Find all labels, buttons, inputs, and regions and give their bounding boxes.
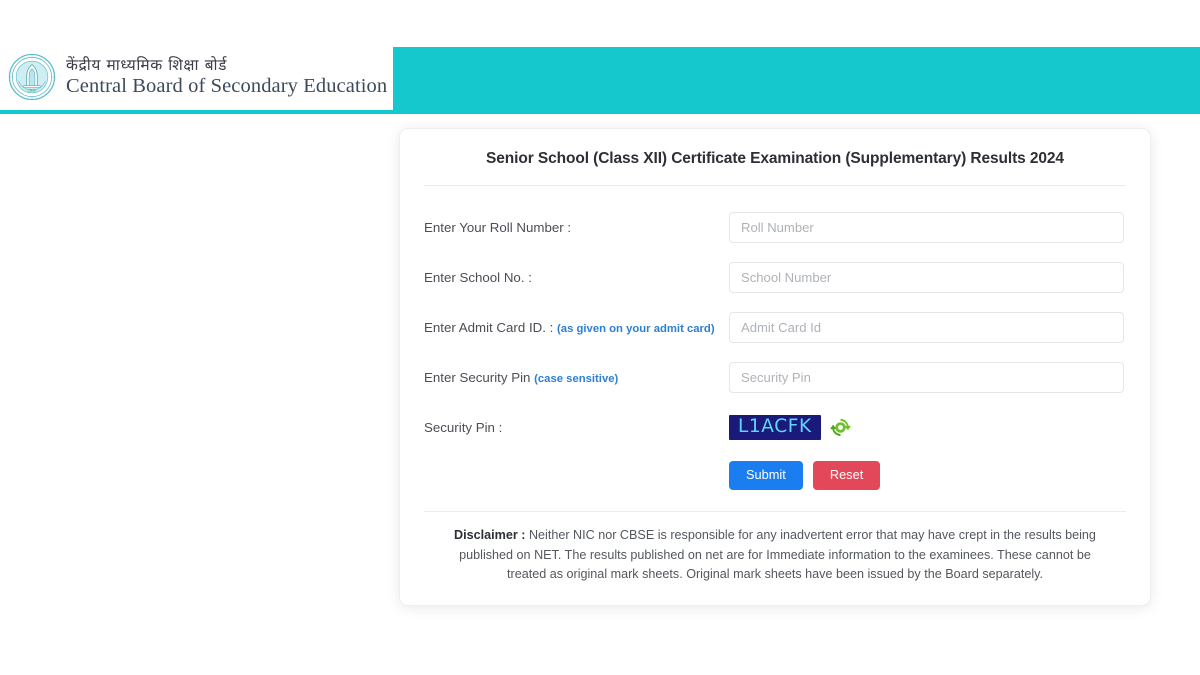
- label-admit-card-id-text: Enter Admit Card ID. :: [424, 319, 554, 335]
- svg-text:CBSE: CBSE: [28, 88, 37, 92]
- disclaimer-text: Neither NIC nor CBSE is responsible for …: [459, 528, 1096, 581]
- label-admit-card-id-hint: (as given on your admit card): [557, 322, 715, 335]
- admit-card-id-input[interactable]: [729, 311, 1124, 343]
- security-pin-input[interactable]: [729, 361, 1124, 393]
- field-actions: Submit Reset: [729, 454, 1124, 501]
- label-captcha: Security Pin :: [424, 419, 503, 435]
- button-row: Submit Reset: [729, 454, 1124, 501]
- form-row-admit-card-id: Enter Admit Card ID. : (as given on your…: [424, 302, 1124, 352]
- field-security-pin: [729, 361, 1124, 393]
- captcha-wrap: L1ACFK: [729, 414, 1124, 440]
- roll-number-input[interactable]: [729, 211, 1124, 243]
- school-number-input[interactable]: [729, 261, 1124, 293]
- disclaimer-heading: Disclaimer :: [454, 528, 526, 542]
- brand[interactable]: CBSE केंद्रीय माध्यमिक शिक्षा बोर्ड Cent…: [0, 44, 394, 110]
- header-accent-bar: [368, 47, 1200, 111]
- label-roll-number-text: Enter Your Roll Number :: [424, 219, 572, 235]
- field-school-number: [729, 261, 1124, 293]
- form-row-school-number: Enter School No. :: [424, 252, 1124, 302]
- form-row-actions: Submit Reset: [424, 452, 1124, 502]
- label-security-pin-text: Enter Security Pin: [424, 369, 531, 385]
- captcha-code: L1ACFK: [729, 414, 821, 440]
- label-school-number-text: Enter School No. :: [424, 269, 532, 285]
- header-accent-underline: [0, 110, 1200, 114]
- label-admit-card-id: Enter Admit Card ID. : (as given on your…: [424, 320, 729, 335]
- brand-name-hindi: केंद्रीय माध्यमिक शिक्षा बोर्ड: [66, 56, 228, 74]
- form-row-roll-number: Enter Your Roll Number :: [424, 202, 1124, 252]
- form-row-captcha: Security Pin : L1ACFK: [424, 402, 1124, 452]
- brand-name-english: Central Board of Secondary Education: [66, 74, 388, 97]
- field-captcha: L1ACFK: [729, 414, 1124, 440]
- submit-button[interactable]: Submit: [729, 460, 803, 491]
- cbse-emblem-icon: CBSE: [8, 53, 56, 101]
- label-school-number: Enter School No. :: [424, 270, 729, 285]
- page-title: Senior School (Class XII) Certificate Ex…: [486, 150, 1064, 167]
- brand-text: केंद्रीय माध्यमिक शिक्षा बोर्ड Central B…: [66, 56, 388, 97]
- label-security-pin: Enter Security Pin (case sensitive): [424, 370, 729, 385]
- label-roll-number: Enter Your Roll Number :: [424, 220, 729, 235]
- reset-button[interactable]: Reset: [812, 460, 881, 491]
- disclaimer: Disclaimer : Neither NIC nor CBSE is res…: [400, 512, 1150, 605]
- label-security-pin-hint: (case sensitive): [534, 372, 619, 385]
- result-form-card: Senior School (Class XII) Certificate Ex…: [399, 128, 1151, 606]
- site-header: CBSE केंद्रीय माध्यमिक शिक्षा बोर्ड Cent…: [0, 0, 1200, 114]
- refresh-icon[interactable]: [829, 417, 851, 438]
- field-roll-number: [729, 211, 1124, 243]
- result-form: Enter Your Roll Number : Enter School No…: [400, 186, 1150, 502]
- field-admit-card-id: [729, 311, 1124, 343]
- form-row-security-pin: Enter Security Pin (case sensitive): [424, 352, 1124, 402]
